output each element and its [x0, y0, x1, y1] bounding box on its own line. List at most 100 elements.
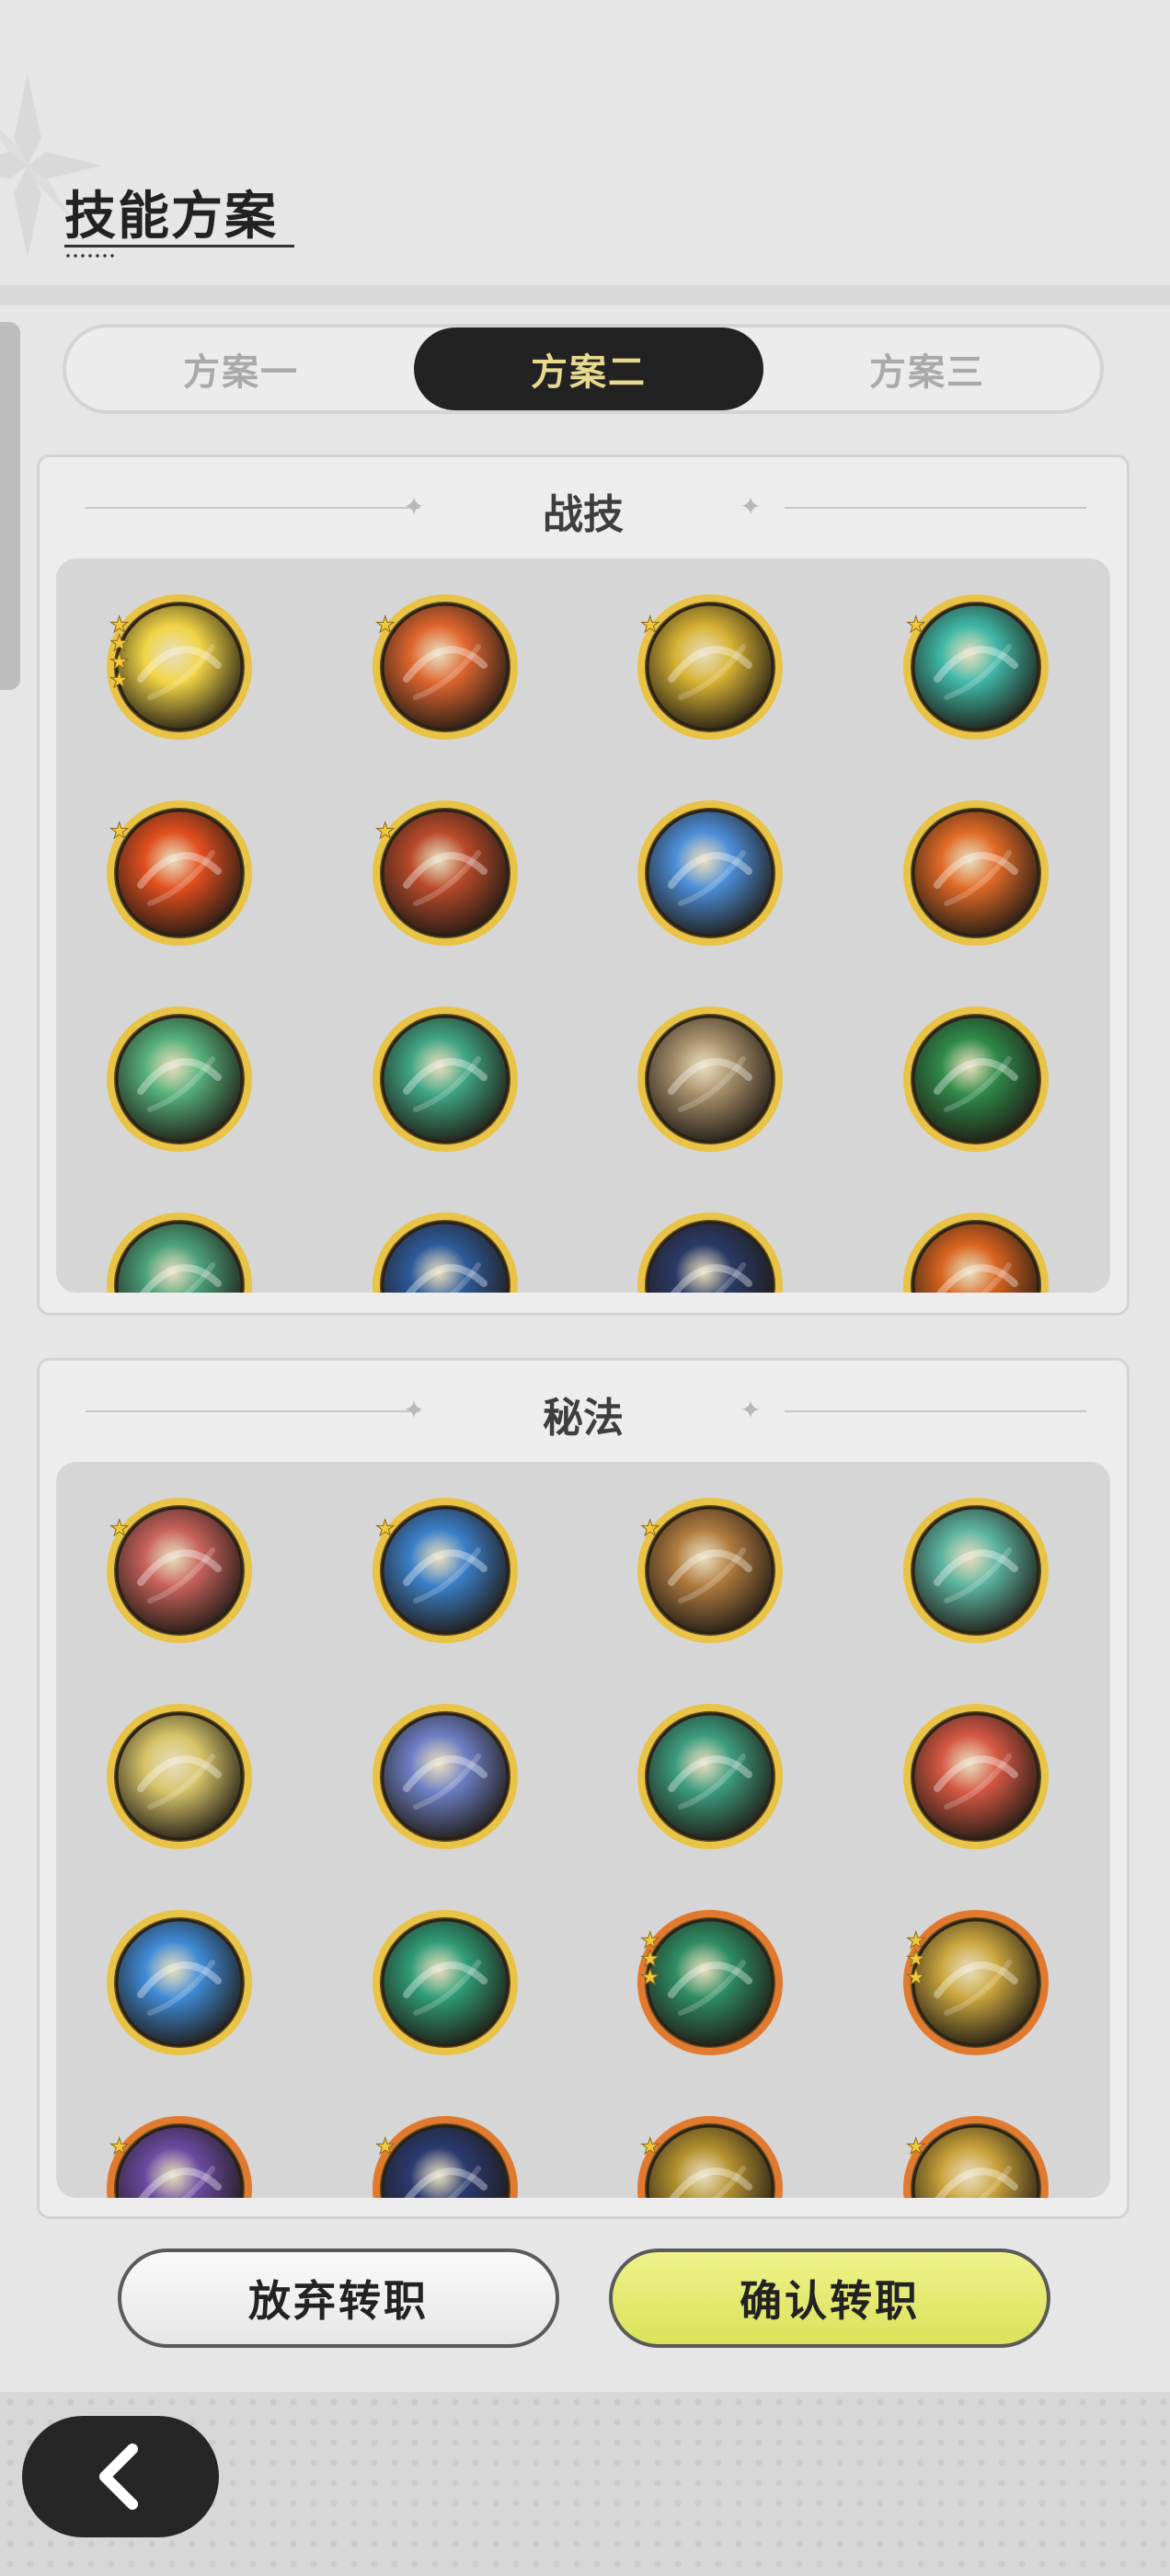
skill-slot[interactable]: ★ — [900, 592, 1051, 742]
star-icon: ★ — [375, 818, 396, 844]
skill-slot[interactable]: ★ ★ ★ — [635, 1907, 786, 2058]
skill-slot[interactable] — [104, 1701, 255, 1852]
star-icon: ★ — [375, 612, 396, 638]
skill-slot[interactable] — [635, 1701, 786, 1852]
wind-partial-icon — [107, 1213, 252, 1293]
abandon-job-change-button[interactable]: 放弃转职 — [118, 2248, 559, 2348]
wind-sphere-icon — [107, 1006, 252, 1152]
shield-icon — [903, 1498, 1049, 1643]
skill-slot[interactable] — [635, 798, 786, 949]
panel-header: ✦ 秘法 ✦ — [40, 1361, 1127, 1462]
skill-slot[interactable]: ★ — [370, 592, 521, 742]
title-dots — [64, 254, 116, 258]
light-figure-icon — [107, 1704, 252, 1849]
skill-slot[interactable] — [104, 1004, 255, 1155]
skill-slot[interactable]: ★ ★ ★ ★ — [104, 592, 255, 742]
flame-rune-icon — [903, 800, 1049, 946]
skill-slot[interactable]: ★ — [370, 2113, 521, 2198]
back-button[interactable] — [22, 2416, 219, 2537]
tab-scheme-1[interactable]: 方案一 — [66, 328, 416, 410]
gold-crown-partial-icon: ★ — [903, 2116, 1049, 2198]
combat-skills-panel: ✦ 战技 ✦ ★ ★ ★ ★ ★ ★ ★ ★ ★ — [37, 454, 1130, 1316]
star-icon: ★ — [109, 1515, 130, 1541]
panel-header: ✦ 战技 ✦ — [40, 457, 1127, 558]
star-icon: ★ — [109, 818, 130, 844]
skill-slot[interactable] — [370, 1701, 521, 1852]
skill-slot[interactable]: ★ — [635, 592, 786, 742]
green-figure-icon — [373, 1910, 518, 2055]
star-icon: ★ — [640, 1515, 660, 1541]
skill-slot[interactable]: ★ — [370, 798, 521, 949]
skill-slot[interactable]: ★ ★ ★ — [900, 1907, 1051, 2058]
skill-slot[interactable] — [900, 1701, 1051, 1852]
wind-slash-icon — [373, 1006, 518, 1152]
star-icon: ★ — [109, 2133, 130, 2159]
tab-scheme-3[interactable]: 方案三 — [752, 328, 1102, 410]
skill-slot[interactable] — [370, 1907, 521, 2058]
cards-icon — [637, 1006, 783, 1152]
golden-diamond-icon: ★ — [637, 594, 783, 740]
blue-figure-icon — [107, 1910, 252, 2055]
wand-icon: ★ — [637, 1498, 783, 1643]
header-line — [785, 507, 1086, 509]
title-underline — [64, 245, 294, 247]
skill-slot[interactable]: ★ — [104, 2113, 255, 2198]
skill-slot[interactable]: ★ — [104, 798, 255, 949]
skill-slot[interactable] — [635, 1004, 786, 1155]
red-orb-icon: ★ — [107, 1498, 252, 1643]
secret-skill-grid: ★ ★ ★ ★ ★ ★ ★ ★ ★ ★ ★ ★ ★ — [56, 1462, 1110, 2198]
chevron-left-icon — [99, 2444, 138, 2510]
skill-slot[interactable]: ★ — [104, 1495, 255, 1646]
ice-spike-partial-icon — [637, 1213, 783, 1293]
side-scroll-handle[interactable] — [0, 322, 20, 690]
skill-slot[interactable]: ★ — [370, 1495, 521, 1646]
skill-slot[interactable]: ★ — [635, 1495, 786, 1646]
lightning-orb-icon: ★★★★ — [107, 594, 252, 740]
wind-vortex-icon: ★ — [903, 594, 1049, 740]
fireball-icon: ★ — [107, 800, 252, 946]
confirm-job-change-button[interactable]: 确认转职 — [609, 2248, 1050, 2348]
heart-icon: ★★★ — [637, 1910, 783, 2055]
header-line — [785, 1410, 1086, 1412]
skill-slot[interactable]: ★ — [900, 2113, 1051, 2198]
skill-slot[interactable] — [900, 798, 1051, 949]
skill-slot[interactable] — [900, 1495, 1051, 1646]
green-star-icon — [637, 1704, 783, 1849]
skill-slot[interactable] — [104, 1210, 255, 1293]
skill-slot[interactable] — [900, 1004, 1051, 1155]
skill-slot[interactable] — [900, 1210, 1051, 1293]
section-title-secret: 秘法 — [543, 1395, 624, 1442]
red-figure-icon — [903, 1704, 1049, 1849]
header-divider — [0, 285, 1170, 305]
water-partial-icon — [373, 1213, 518, 1293]
fire-partial-icon — [903, 1213, 1049, 1293]
navy-partial-icon: ★ — [373, 2116, 518, 2198]
skill-slot[interactable]: ★ — [635, 2113, 786, 2198]
tab-scheme-2[interactable]: 方案二 — [414, 328, 763, 410]
ice-burst-icon — [637, 800, 783, 946]
star-icon: ★ — [375, 1515, 396, 1541]
purple-partial-icon: ★ — [107, 2116, 252, 2198]
scheme-tabs: 方案一 方案二 方案三 — [63, 324, 1104, 414]
skill-slot[interactable] — [370, 1210, 521, 1293]
star-icon: ★ — [906, 612, 926, 638]
page-title: 技能方案 — [64, 187, 278, 247]
skill-slot[interactable] — [635, 1210, 786, 1293]
star-icon: ★ — [640, 612, 660, 638]
star-icon: ★ — [109, 667, 130, 693]
skill-slot[interactable] — [370, 1004, 521, 1155]
skill-slot[interactable] — [104, 1907, 255, 2058]
healing-plus-icon — [903, 1006, 1049, 1152]
star-icon: ★ — [906, 1964, 926, 1990]
meteor-icon: ★ — [373, 800, 518, 946]
blue-armor-icon — [373, 1704, 518, 1849]
secret-arts-panel: ✦ 秘法 ✦ ★ ★ ★ ★ ★ ★ ★ ★ ★ ★ ★ ★ ★ — [37, 1358, 1130, 2219]
star-icon: ★ — [640, 1964, 660, 1990]
wing-icon: ★★★ — [903, 1910, 1049, 2055]
sparkle-icon: ✦ — [740, 491, 762, 522]
gold-partial-icon: ★ — [637, 2116, 783, 2198]
sparkle-icon: ✦ — [740, 1395, 762, 1425]
star-icon: ★ — [906, 2133, 926, 2159]
star-icon: ★ — [375, 2133, 396, 2159]
crystal-icon: ★ — [373, 1498, 518, 1643]
